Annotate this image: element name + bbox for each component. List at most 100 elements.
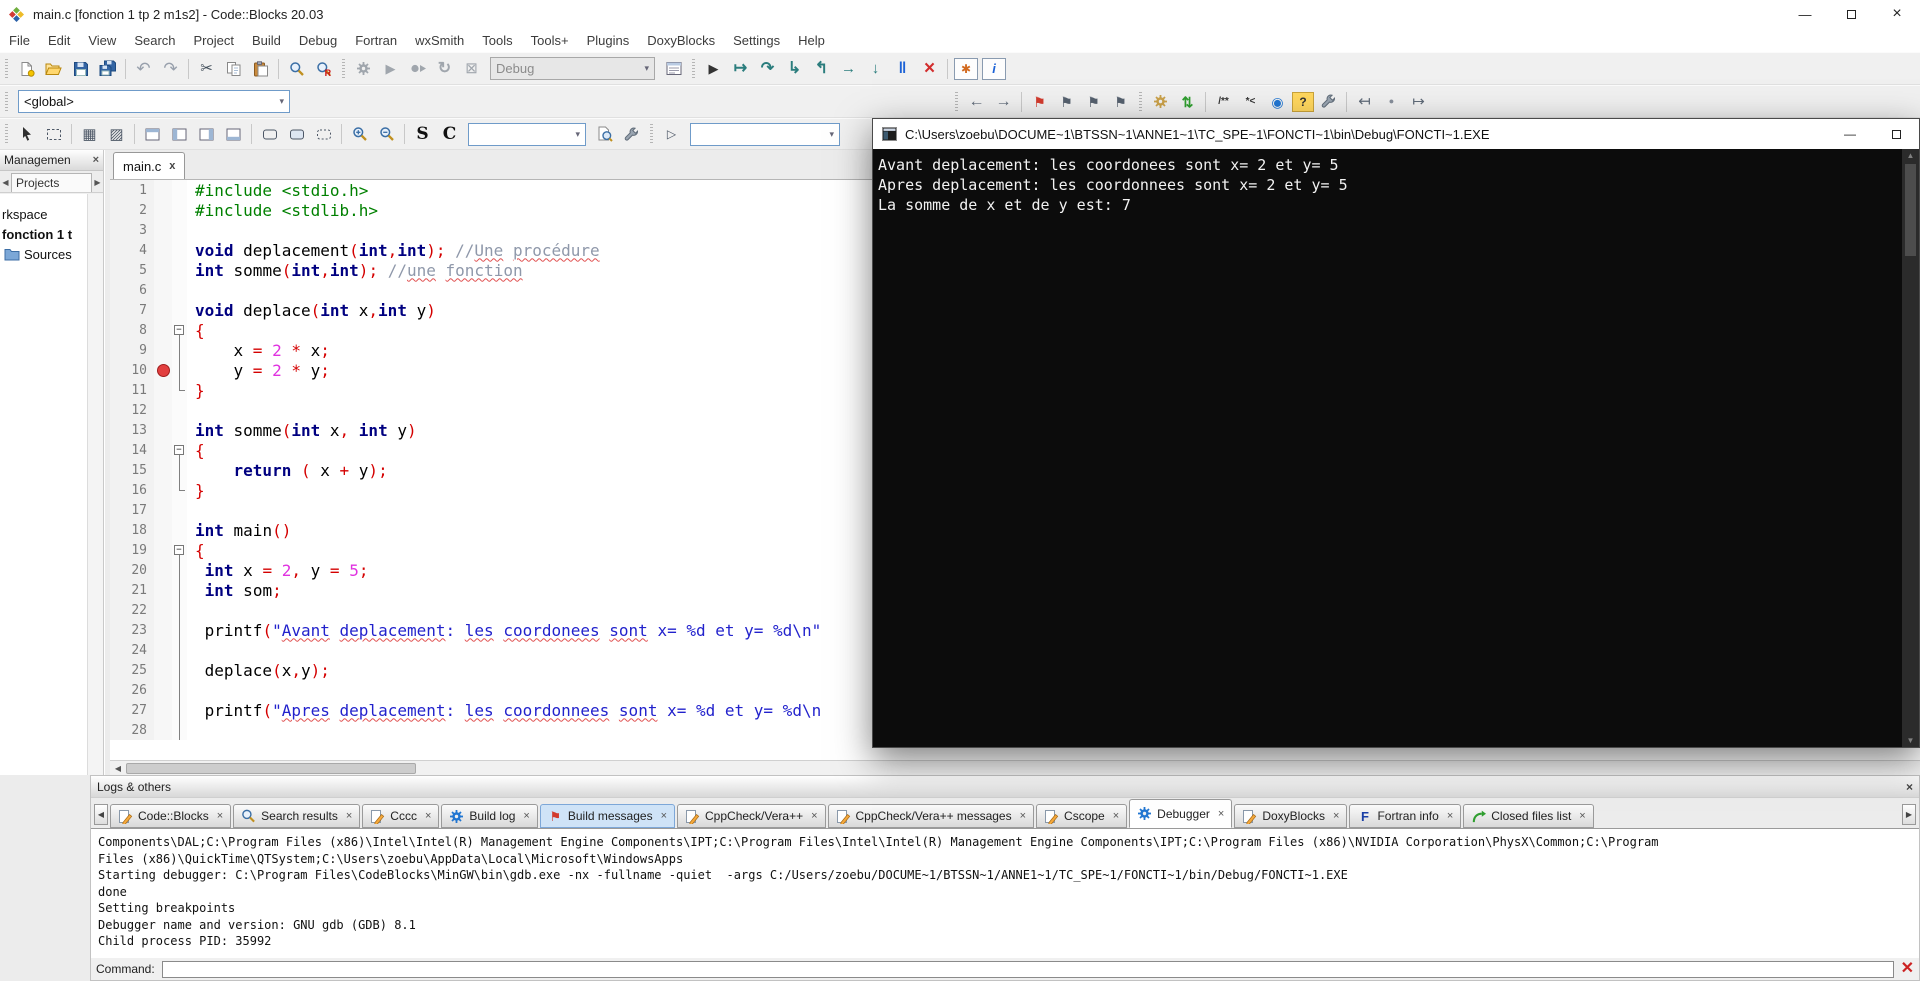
toggle-bookmark-button[interactable]: ⚑ <box>1027 90 1052 114</box>
undo-button[interactable]: ↶ <box>131 57 156 81</box>
goto-implementation-button[interactable] <box>1148 90 1173 114</box>
tree-item-fonction-1-t[interactable]: fonction 1 t <box>0 224 87 244</box>
log-tab-close-icon[interactable]: × <box>346 810 352 822</box>
project-tree[interactable]: rkspace fonction 1 t Sources <box>0 194 87 775</box>
grid-toggle-button[interactable]: ▦ <box>77 122 102 146</box>
run-button[interactable]: ▶ <box>378 57 403 81</box>
debug-continue-button[interactable]: ▶ <box>701 57 726 81</box>
fold-margin[interactable] <box>172 620 187 640</box>
tree-item-sources[interactable]: Sources <box>0 244 87 264</box>
breakpoint-margin[interactable] <box>154 340 172 360</box>
menu-project[interactable]: Project <box>185 33 243 48</box>
fold-margin[interactable] <box>172 480 187 500</box>
style-s-button[interactable]: S <box>410 122 435 146</box>
zoom-out-button[interactable] <box>374 122 399 146</box>
minimize-button[interactable]: — <box>1782 0 1828 28</box>
layout-bottom-button[interactable] <box>221 122 246 146</box>
step-out-button[interactable]: ↰ <box>809 57 834 81</box>
console-scrollbar[interactable]: ▲ ▼ <box>1902 149 1919 747</box>
log-tab-close-icon[interactable]: × <box>1020 810 1026 822</box>
menu-wxsmith[interactable]: wxSmith <box>406 33 473 48</box>
breakpoint-margin[interactable] <box>154 440 172 460</box>
log-tab-close-icon[interactable]: × <box>523 810 529 822</box>
rect-filled-button[interactable] <box>284 122 309 146</box>
tab-projects[interactable]: Projects <box>11 173 92 192</box>
copy-button[interactable] <box>221 57 246 81</box>
browse-back-button[interactable]: ↤ <box>1352 90 1377 114</box>
search-options-button[interactable] <box>619 122 644 146</box>
breakpoint-margin[interactable] <box>154 660 172 680</box>
zoom-in-button[interactable] <box>347 122 372 146</box>
menu-view[interactable]: View <box>79 33 125 48</box>
log-tab-debugger[interactable]: Debugger × <box>1129 799 1233 828</box>
fold-margin[interactable]: − <box>172 320 187 340</box>
goto-declaration-button[interactable]: ⇅ <box>1175 90 1200 114</box>
search-in-files-button[interactable] <box>592 122 617 146</box>
fold-margin[interactable] <box>172 360 187 380</box>
breakpoint-margin[interactable] <box>154 180 172 200</box>
breakpoint-margin[interactable] <box>154 460 172 480</box>
step-into-instruction-button[interactable]: ↓ <box>863 57 888 81</box>
command-close-icon[interactable]: ✕ <box>1901 961 1914 977</box>
fold-margin[interactable]: − <box>172 540 187 560</box>
next-line-button[interactable]: ↷ <box>755 57 780 81</box>
log-tab-build-log[interactable]: Build log × <box>441 804 538 828</box>
menu-doxyblocks[interactable]: DoxyBlocks <box>638 33 724 48</box>
cut-button[interactable]: ✂ <box>194 57 219 81</box>
rect-outline-button[interactable] <box>257 122 282 146</box>
logs-tabs-scroll-left-icon[interactable]: ◀ <box>94 804 108 825</box>
doxy-line-comment-button[interactable]: *< <box>1238 90 1263 114</box>
fold-margin[interactable] <box>172 640 187 660</box>
fold-margin[interactable] <box>172 240 187 260</box>
break-debugger-button[interactable]: ‖ <box>890 57 915 81</box>
doxy-settings-button[interactable] <box>1316 90 1341 114</box>
fold-margin[interactable] <box>172 260 187 280</box>
log-tab-cccc[interactable]: Cccc × <box>362 804 440 828</box>
scope-select[interactable]: <global> ▾ <box>18 90 290 113</box>
console-minimize-button[interactable]: — <box>1827 119 1873 149</box>
next-instruction-button[interactable]: → <box>836 57 861 81</box>
fold-margin[interactable] <box>172 580 187 600</box>
debugger-log-output[interactable]: Components\DAL;C:\Program Files (x86)\In… <box>91 828 1919 958</box>
menu-plugins[interactable]: Plugins <box>578 33 639 48</box>
fold-margin[interactable] <box>172 340 187 360</box>
logs-close-button[interactable]: × <box>1906 780 1913 794</box>
build-button[interactable] <box>351 57 376 81</box>
various-info-button[interactable]: i <box>982 57 1006 80</box>
breakpoint-margin[interactable] <box>154 580 172 600</box>
log-tab-code-blocks[interactable]: Code::Blocks × <box>110 804 232 828</box>
compile-log-window-button[interactable] <box>661 57 686 81</box>
build-and-run-button[interactable] <box>405 57 430 81</box>
next-bookmark-button[interactable]: ⚑ <box>1081 90 1106 114</box>
nav-forward-button[interactable]: → <box>991 90 1016 114</box>
open-file-button[interactable] <box>41 57 66 81</box>
fold-margin[interactable] <box>172 380 187 400</box>
breakpoint-margin[interactable] <box>154 380 172 400</box>
breakpoint-margin[interactable] <box>154 620 172 640</box>
console-scroll-down-icon[interactable]: ▼ <box>1907 734 1915 747</box>
console-scroll-thumb[interactable] <box>1905 164 1916 256</box>
browse-marker-button[interactable]: ● <box>1379 90 1404 114</box>
breakpoint-margin[interactable] <box>154 540 172 560</box>
style-c-button[interactable]: C <box>437 122 462 146</box>
fold-margin[interactable] <box>172 400 187 420</box>
hscroll-left-icon[interactable]: ◀ <box>110 761 126 775</box>
nav-back-button[interactable]: ← <box>964 90 989 114</box>
hscroll-thumb[interactable] <box>126 762 416 774</box>
breakpoint-margin[interactable] <box>154 520 172 540</box>
fold-margin[interactable] <box>172 200 187 220</box>
fold-margin[interactable]: − <box>172 440 187 460</box>
logs-tabs-scroll-right-icon[interactable]: ▶ <box>1902 804 1916 825</box>
save-all-button[interactable] <box>95 57 120 81</box>
log-tab-close-icon[interactable]: × <box>217 810 223 822</box>
fold-margin[interactable] <box>172 520 187 540</box>
editor-hscrollbar[interactable]: ◀ <box>110 760 1920 775</box>
fold-margin[interactable] <box>172 460 187 480</box>
redo-button[interactable]: ↷ <box>158 57 183 81</box>
breakpoint-margin[interactable] <box>154 420 172 440</box>
breakpoint-margin[interactable] <box>154 680 172 700</box>
breakpoint-margin[interactable] <box>154 360 172 380</box>
breakpoint-margin[interactable] <box>154 600 172 620</box>
browse-forward-button[interactable]: ↦ <box>1406 90 1431 114</box>
paste-button[interactable] <box>248 57 273 81</box>
